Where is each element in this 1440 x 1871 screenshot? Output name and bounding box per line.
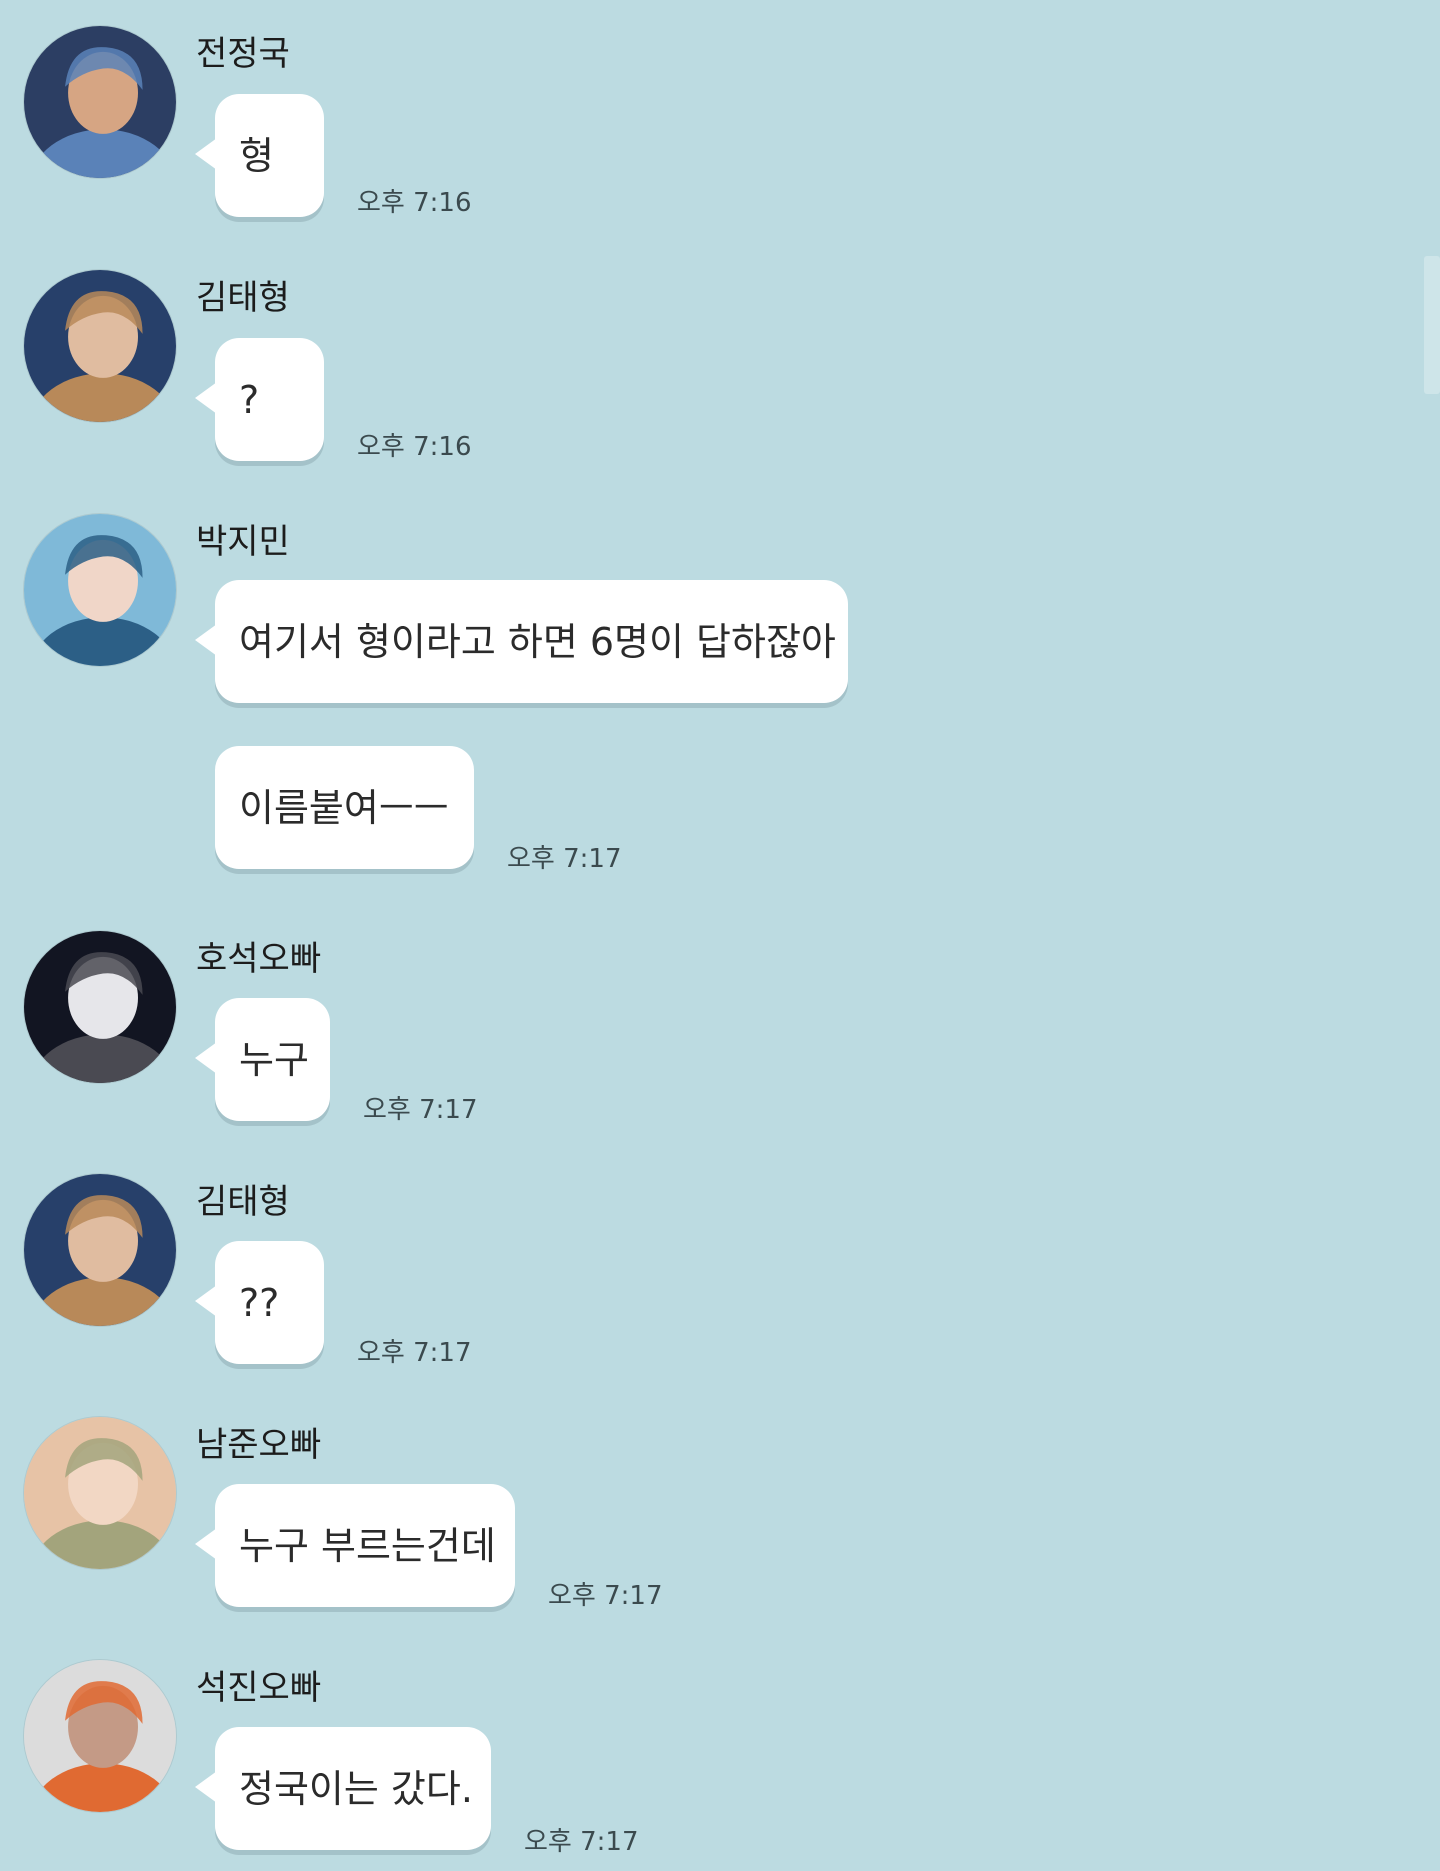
message-time: 오후 7:17 [357,1338,472,1368]
sender-name: 박지민 [196,522,290,562]
message-time: 오후 7:17 [507,844,622,874]
sender-name: 김태형 [196,1182,290,1222]
message-text: 형 [239,133,274,178]
chat-list[interactable]: 전정국 형 오후 7:16 김태형 ? 오후 7:16 박지민 여기서 형이라고… [0,0,1440,1871]
message-bubble[interactable]: 누구 [195,998,330,1121]
avatar[interactable] [24,270,176,422]
avatar[interactable] [24,514,176,666]
avatar[interactable] [24,1174,176,1326]
message-bubble[interactable]: 누구 부르는건데 [195,1484,515,1607]
avatar[interactable] [24,1660,176,1812]
message-text: 이름붙여ㅡㅡ [239,785,449,830]
message-text: 여기서 형이라고 하면 6명이 답하잖아 [239,619,836,664]
message-bubble[interactable]: ? [195,338,324,461]
sender-name: 전정국 [196,34,290,74]
message-time: 오후 7:17 [548,1581,663,1611]
message-text: 정국이는 갔다. [239,1766,473,1811]
message-bubble[interactable]: 여기서 형이라고 하면 6명이 답하잖아 [195,580,848,703]
message-text: ?? [239,1280,280,1325]
message-time: 오후 7:16 [357,432,472,462]
sender-name: 김태형 [196,278,290,318]
message-bubble[interactable]: 형 [195,94,324,217]
avatar[interactable] [24,931,176,1083]
avatar[interactable] [24,26,176,178]
sender-name: 호석오빠 [196,939,322,979]
sender-name: 남준오빠 [196,1425,322,1465]
message-time: 오후 7:17 [363,1095,478,1125]
message-time: 오후 7:17 [524,1827,639,1857]
sender-name: 석진오빠 [196,1668,322,1708]
message-text: 누구 부르는건데 [239,1523,496,1568]
message-text: 누구 [239,1037,309,1082]
scrollbar[interactable] [1424,256,1440,394]
message-bubble[interactable]: 정국이는 갔다. [195,1727,491,1850]
message-bubble[interactable]: 이름붙여ㅡㅡ [215,746,474,869]
avatar[interactable] [24,1417,176,1569]
message-time: 오후 7:16 [357,188,472,218]
message-text: ? [239,377,260,422]
message-bubble[interactable]: ?? [195,1241,324,1364]
